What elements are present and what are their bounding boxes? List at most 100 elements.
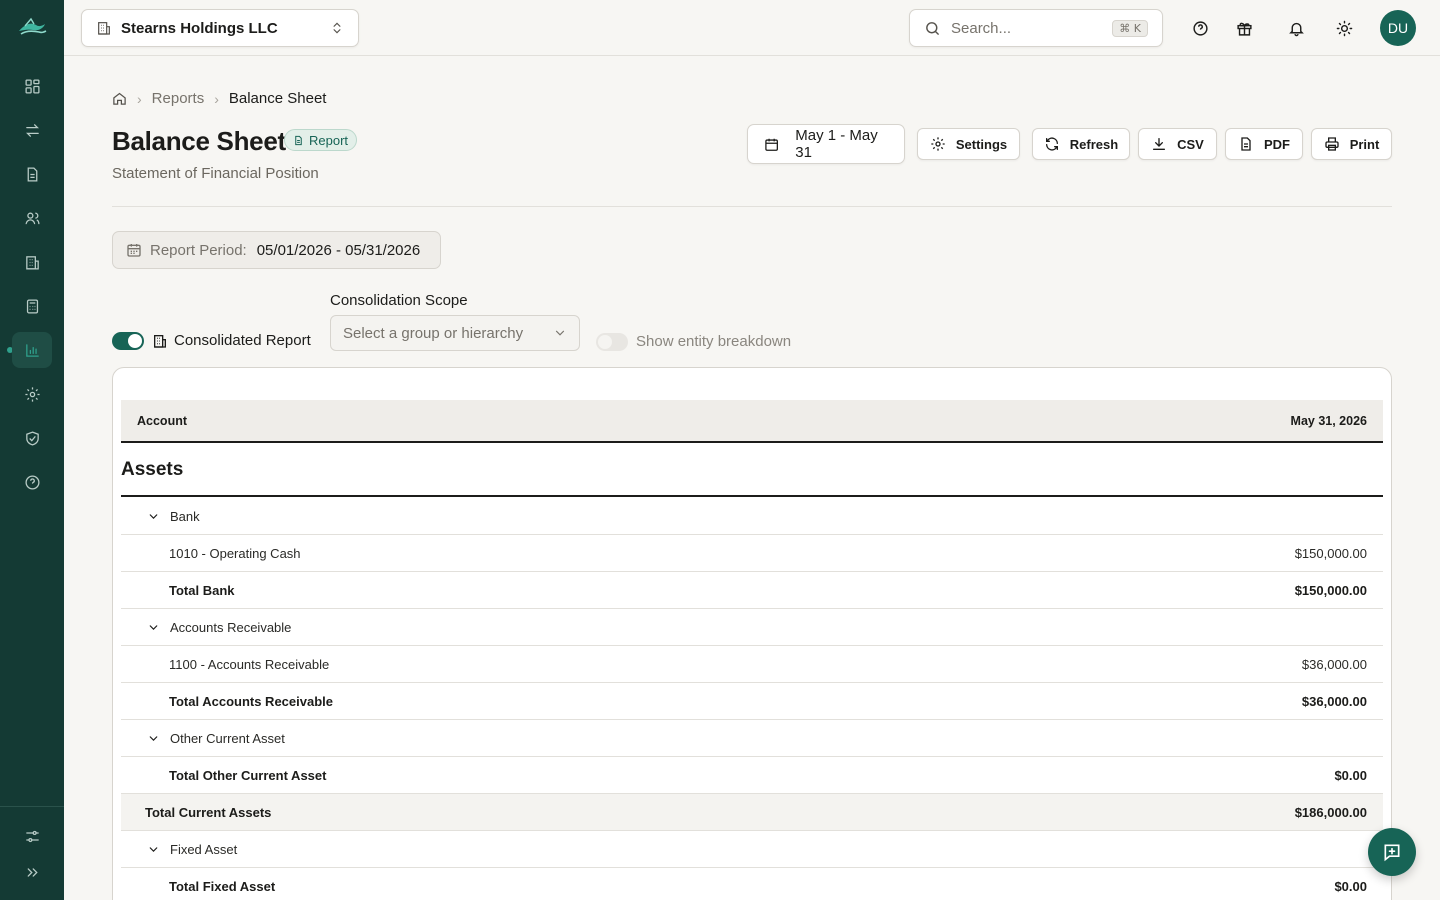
gift-icon [1236,22,1252,36]
row-label-text: 1100 - Accounts Receivable [169,656,330,672]
scope-placeholder: Select a group or hierarchy [343,324,524,342]
breadcrumb-separator: › [137,90,142,107]
refresh-label: Refresh [1069,136,1119,152]
report-period-label: Report Period: [150,241,247,259]
nav-preferences[interactable] [12,818,52,854]
help-button[interactable] [1188,16,1212,40]
row-amount: $150,000.00 [1294,545,1367,561]
report-badge-label: Report [309,132,349,148]
expand-icon [27,867,38,877]
nav-help[interactable] [12,464,52,500]
total-row: Total Bank $150,000.00 [121,572,1383,609]
nav-reports[interactable] [12,332,52,368]
nav-documents[interactable] [12,156,52,192]
account-group-row[interactable]: Fixed Asset [121,831,1383,868]
row-amount: $0.00 [1334,767,1367,783]
breadcrumb: › Reports › Balance Sheet [112,90,326,107]
row-amount: $36,000.00 [1301,656,1367,672]
consolidated-toggle[interactable] [112,332,144,350]
pdf-label: PDF [1264,136,1290,152]
breadcrumb-reports[interactable]: Reports [152,90,205,107]
nav-contacts[interactable] [12,200,52,236]
entity-selector[interactable]: Stearns Holdings LLC [81,9,359,47]
entity-breakdown-toggle[interactable] [596,333,628,351]
search-input[interactable] [951,19,1091,37]
row-label-text: Total Current Assets [145,804,272,820]
expand-sidebar-button[interactable] [12,854,52,890]
row-label: Total Fixed Asset [121,879,1334,894]
settings-button[interactable]: Settings [917,128,1020,160]
refresh-button[interactable]: Refresh [1032,128,1130,160]
account-group-row[interactable]: Other Current Asset [121,720,1383,757]
sidebar [0,0,64,900]
consolidation-scope-select[interactable]: Select a group or hierarchy [330,315,580,351]
nav-calculator[interactable] [12,288,52,324]
total-row: Total Other Current Asset $0.00 [121,757,1383,794]
message-plus-icon [1384,844,1400,862]
home-icon[interactable] [112,91,127,106]
account-group-row[interactable]: Accounts Receivable [121,609,1383,646]
notifications-button[interactable] [1284,16,1308,40]
print-label: Print [1349,136,1380,152]
calendar-icon [127,244,141,257]
row-label-text: Total Bank [169,582,235,598]
print-button[interactable]: Print [1311,128,1392,160]
nav-transactions[interactable] [12,112,52,148]
logo-icon[interactable] [16,14,48,42]
chevron-down-icon[interactable] [147,621,160,634]
consolidated-report-label: Consolidated Report [152,332,311,349]
refresh-icon [1045,137,1058,151]
row-label-text: 1010 - Operating Cash [169,545,301,561]
nav-entities[interactable] [12,244,52,280]
row-label-text: Total Other Current Asset [169,767,327,783]
consolidated-report-text: Consolidated Report [174,332,311,349]
csv-button[interactable]: CSV [1138,128,1217,160]
pdf-button[interactable]: PDF [1225,128,1303,160]
building-icon [98,22,110,35]
user-avatar[interactable]: DU [1380,10,1416,46]
top-bar: Stearns Holdings LLC ⌘ K DU [64,0,1440,56]
theme-toggle-button[interactable] [1332,16,1356,40]
nav-dashboard[interactable] [12,68,52,104]
dashboard-icon [24,78,40,94]
total-row: Total Current Assets $186,000.00 [121,794,1383,831]
nav-settings[interactable] [12,376,52,412]
row-label-text: Total Fixed Asset [169,878,276,894]
row-amount: $36,000.00 [1301,693,1367,709]
document-icon [1241,137,1251,151]
account-row: 1010 - Operating Cash $150,000.00 [121,535,1383,572]
chevron-down-icon [555,330,565,336]
row-label-text: Fixed Asset [170,841,238,857]
column-date: May 31, 2026 [1290,413,1367,428]
users-icon [24,212,40,224]
row-amount: $0.00 [1334,878,1367,894]
gift-button[interactable] [1232,16,1256,40]
document-icon [295,135,302,145]
row-label: Total Other Current Asset [121,768,1334,783]
chat-button[interactable] [1368,828,1416,876]
account-group-row[interactable]: Bank [121,498,1383,535]
gear-icon [931,137,945,151]
row-amount: $150,000.00 [1294,582,1367,598]
nav-security[interactable] [12,420,52,456]
help-icon [24,474,40,490]
document-icon [27,166,37,182]
header-divider [112,206,1392,207]
row-label: Other Current Asset [121,731,1367,746]
row-label-text: Bank [170,508,200,524]
row-label-text: Other Current Asset [170,730,285,746]
chevron-down-icon[interactable] [147,843,160,856]
calculator-icon [26,298,38,314]
total-row: Total Accounts Receivable $36,000.00 [121,683,1383,720]
chevron-down-icon[interactable] [147,732,160,745]
chevron-down-icon[interactable] [147,510,160,523]
download-icon [1153,138,1166,150]
sliders-icon [25,830,39,842]
row-label: Total Bank [121,583,1295,598]
date-range-label: May 1 - May 31 [795,127,878,161]
row-amount: $186,000.00 [1294,804,1367,820]
date-range-button[interactable]: May 1 - May 31 [747,124,905,164]
chart-icon [25,343,39,357]
search-box[interactable]: ⌘ K [909,9,1163,47]
row-label: Total Current Assets [121,805,1295,820]
